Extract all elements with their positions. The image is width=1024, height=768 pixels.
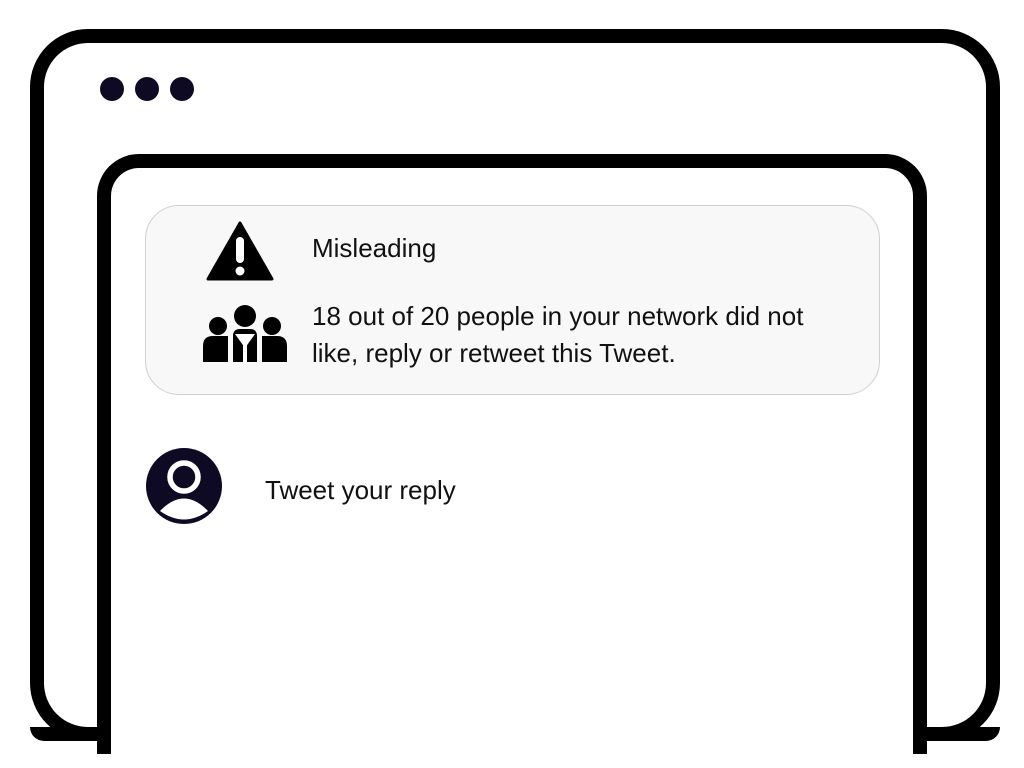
user-avatar-icon bbox=[146, 448, 222, 524]
warning-triangle-icon bbox=[206, 221, 274, 281]
network-engagement-message: 18 out of 20 people in your network did … bbox=[312, 301, 804, 368]
window-dot-2[interactable] bbox=[135, 77, 159, 101]
window-dot-3[interactable] bbox=[170, 77, 194, 101]
window-controls bbox=[100, 77, 194, 101]
warning-label: Misleading bbox=[312, 233, 437, 263]
window-dot-1[interactable] bbox=[100, 77, 124, 101]
tweet-reply-input[interactable] bbox=[263, 474, 847, 507]
group-icon bbox=[203, 305, 287, 362]
